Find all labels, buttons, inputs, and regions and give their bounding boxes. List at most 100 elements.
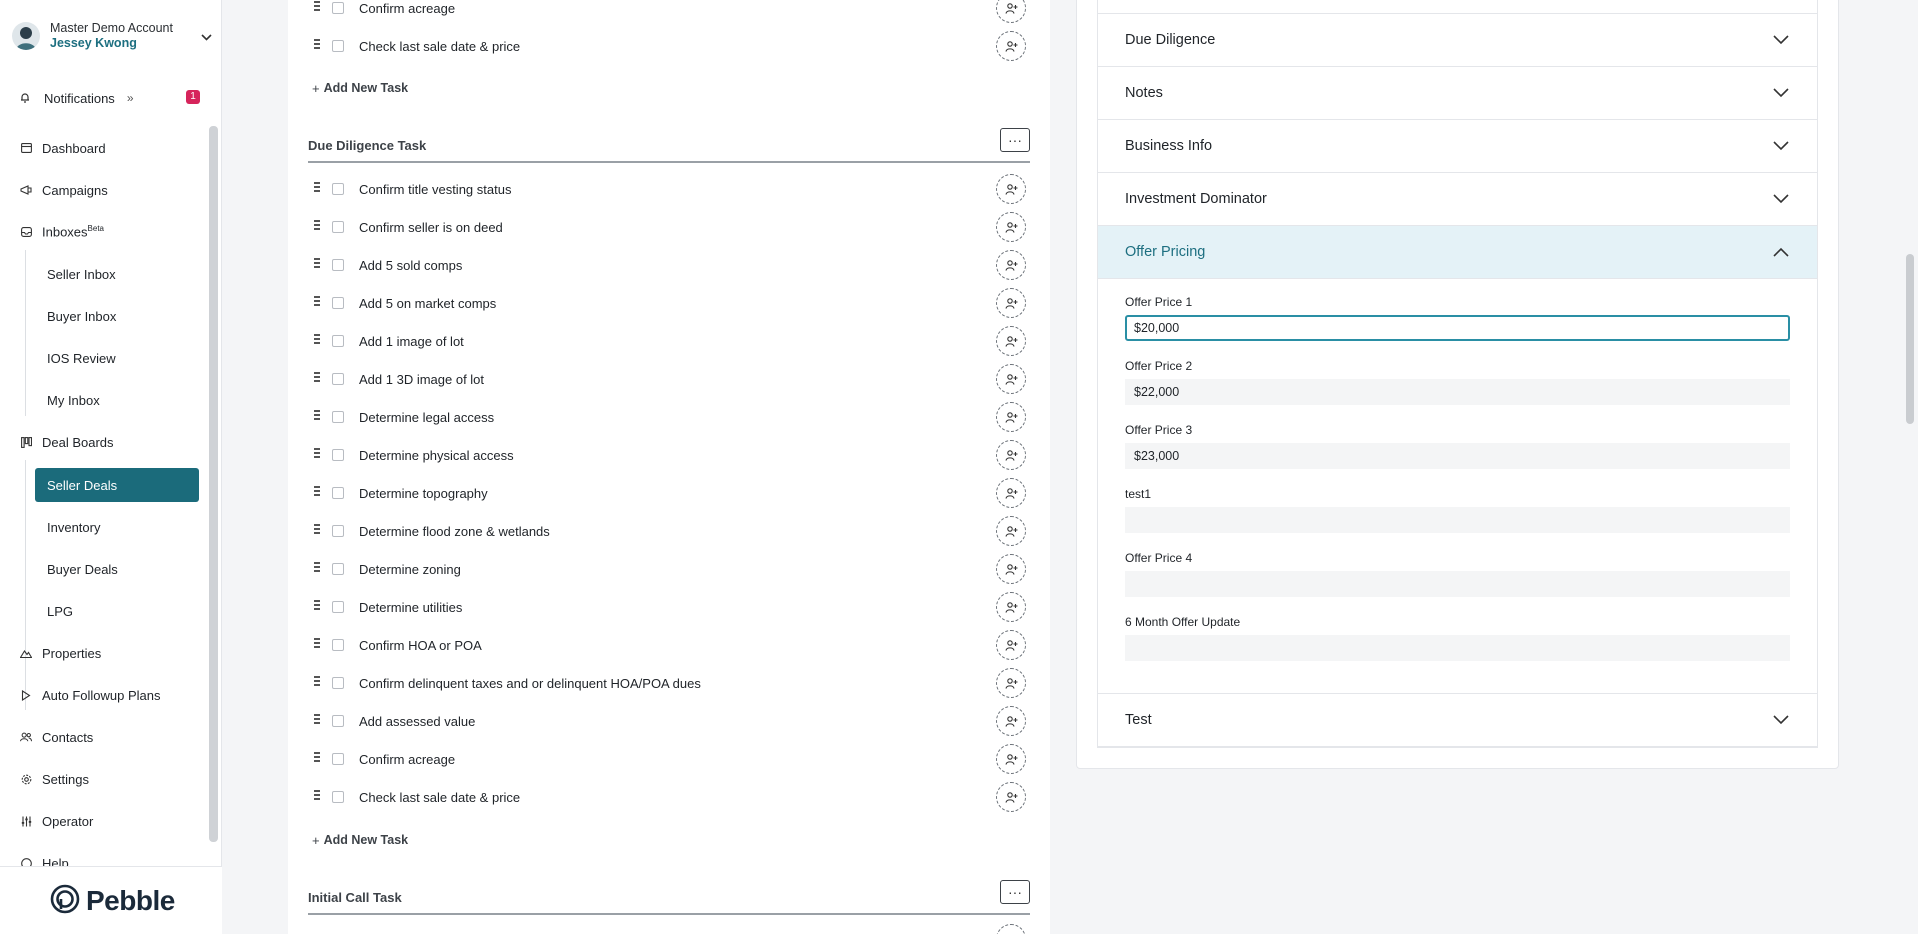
assign-user-button[interactable] <box>996 326 1026 356</box>
assign-user-button[interactable] <box>996 744 1026 774</box>
offer-price-2-input[interactable] <box>1125 379 1790 405</box>
account-switcher[interactable]: Master Demo Account Jessey Kwong <box>0 0 222 72</box>
task-checkbox[interactable] <box>332 677 344 689</box>
task-checkbox[interactable] <box>332 791 344 803</box>
offer-price-1-input[interactable] <box>1125 315 1790 341</box>
assign-user-button[interactable] <box>996 174 1026 204</box>
add-new-task-button[interactable]: + Add New Task <box>312 78 408 98</box>
assign-user-button[interactable] <box>996 250 1026 280</box>
assign-user-button[interactable] <box>996 0 1026 23</box>
add-new-task-button[interactable]: + Add New Task <box>312 830 408 850</box>
assign-user-button[interactable] <box>996 706 1026 736</box>
task-checkbox[interactable] <box>332 639 344 651</box>
double-chevron-right-icon[interactable]: » <box>127 91 134 105</box>
task-checkbox[interactable] <box>332 525 344 537</box>
assign-user-button[interactable] <box>996 402 1026 432</box>
chevron-down-icon <box>1773 713 1789 729</box>
page-scrollbar[interactable] <box>1906 254 1914 424</box>
sidebar-item-settings[interactable]: Settings <box>0 763 210 795</box>
accordion-business-info[interactable]: Business Info <box>1098 120 1817 173</box>
task-checkbox[interactable] <box>332 335 344 347</box>
drag-handle-icon[interactable] <box>314 220 320 234</box>
sidebar-item-seller-inbox[interactable]: Seller Inbox <box>35 257 199 291</box>
assign-user-button[interactable] <box>996 288 1026 318</box>
sidebar-item-operator[interactable]: Operator <box>0 805 210 837</box>
task-checkbox[interactable] <box>332 487 344 499</box>
sidebar-item-contacts[interactable]: Contacts <box>0 721 210 753</box>
more-options-button[interactable]: ··· <box>1000 880 1030 904</box>
sidebar-item-dashboard[interactable]: Dashboard <box>0 132 210 164</box>
assign-user-button[interactable] <box>996 212 1026 242</box>
sidebar-item-buyer-deals[interactable]: Buyer Deals <box>35 552 199 586</box>
drag-handle-icon[interactable] <box>314 182 320 196</box>
accordion-test[interactable]: Test <box>1098 694 1817 747</box>
task-row: Confirm seller is on deed <box>288 208 1050 246</box>
offer-price-4-input[interactable] <box>1125 571 1790 597</box>
task-checkbox[interactable] <box>332 2 344 14</box>
task-checkbox[interactable] <box>332 753 344 765</box>
assign-user-button[interactable] <box>996 592 1026 622</box>
drag-handle-icon[interactable] <box>314 714 320 728</box>
assign-user-button[interactable] <box>996 31 1026 61</box>
task-checkbox[interactable] <box>332 40 344 52</box>
task-checkbox[interactable] <box>332 411 344 423</box>
drag-handle-icon[interactable] <box>314 562 320 576</box>
sidebar-item-help[interactable]: Help <box>0 847 210 866</box>
sidebar-item-ios-review[interactable]: IOS Review <box>35 341 199 375</box>
task-checkbox[interactable] <box>332 259 344 271</box>
task-checkbox[interactable] <box>332 715 344 727</box>
assign-user-button[interactable] <box>996 554 1026 584</box>
accordion-due-diligence[interactable]: Due Diligence <box>1098 14 1817 67</box>
drag-handle-icon[interactable] <box>314 638 320 652</box>
sidebar-scrollbar[interactable] <box>209 126 218 842</box>
assign-user-button[interactable] <box>996 440 1026 470</box>
task-checkbox[interactable] <box>332 601 344 613</box>
sidebar-item-auto-followup[interactable]: Auto Followup Plans <box>0 679 210 711</box>
drag-handle-icon[interactable] <box>314 372 320 386</box>
drag-handle-icon[interactable] <box>314 410 320 424</box>
sidebar-item-inboxes[interactable]: InboxesBeta <box>0 216 210 248</box>
offer-price-3-input[interactable] <box>1125 443 1790 469</box>
sidebar-item-my-inbox[interactable]: My Inbox <box>35 383 199 417</box>
drag-handle-icon[interactable] <box>314 39 320 53</box>
task-checkbox[interactable] <box>332 221 344 233</box>
accordion-offer-pricing[interactable]: Offer Pricing <box>1098 226 1817 279</box>
drag-handle-icon[interactable] <box>314 486 320 500</box>
sidebar-item-deal-boards[interactable]: Deal Boards <box>0 426 210 458</box>
more-options-button[interactable]: ··· <box>1000 128 1030 152</box>
sidebar-item-properties[interactable]: Properties <box>0 637 210 669</box>
six-month-offer-input[interactable] <box>1125 635 1790 661</box>
notifications-item[interactable]: Notifications » 1 <box>0 84 222 112</box>
sidebar-item-seller-deals[interactable]: Seller Deals <box>35 468 199 502</box>
drag-handle-icon[interactable] <box>314 600 320 614</box>
drag-handle-icon[interactable] <box>314 296 320 310</box>
sidebar-item-inventory[interactable]: Inventory <box>35 510 199 544</box>
sidebar-item-lpg[interactable]: LPG <box>35 594 199 628</box>
task-checkbox[interactable] <box>332 373 344 385</box>
drag-handle-icon[interactable] <box>314 752 320 766</box>
task-checkbox[interactable] <box>332 449 344 461</box>
drag-handle-icon[interactable] <box>314 676 320 690</box>
task-checkbox[interactable] <box>332 297 344 309</box>
sidebar-item-campaigns[interactable]: Campaigns <box>0 174 210 206</box>
drag-handle-icon[interactable] <box>314 1 320 15</box>
test1-input[interactable] <box>1125 507 1790 533</box>
drag-handle-icon[interactable] <box>314 258 320 272</box>
sidebar-item-label: Operator <box>42 813 94 829</box>
task-checkbox[interactable] <box>332 563 344 575</box>
accordion-investment-dominator[interactable]: Investment Dominator <box>1098 173 1817 226</box>
task-checkbox[interactable] <box>332 183 344 195</box>
drag-handle-icon[interactable] <box>314 334 320 348</box>
assign-user-button[interactable] <box>996 478 1026 508</box>
assign-user-button[interactable] <box>996 668 1026 698</box>
chevron-down-icon[interactable] <box>201 30 212 44</box>
assign-user-button[interactable] <box>996 364 1026 394</box>
drag-handle-icon[interactable] <box>314 524 320 538</box>
assign-user-button[interactable] <box>996 516 1026 546</box>
drag-handle-icon[interactable] <box>314 448 320 462</box>
sidebar-item-buyer-inbox[interactable]: Buyer Inbox <box>35 299 199 333</box>
drag-handle-icon[interactable] <box>314 790 320 804</box>
assign-user-button[interactable] <box>996 630 1026 660</box>
assign-user-button[interactable] <box>996 782 1026 812</box>
accordion-notes[interactable]: Notes <box>1098 67 1817 120</box>
